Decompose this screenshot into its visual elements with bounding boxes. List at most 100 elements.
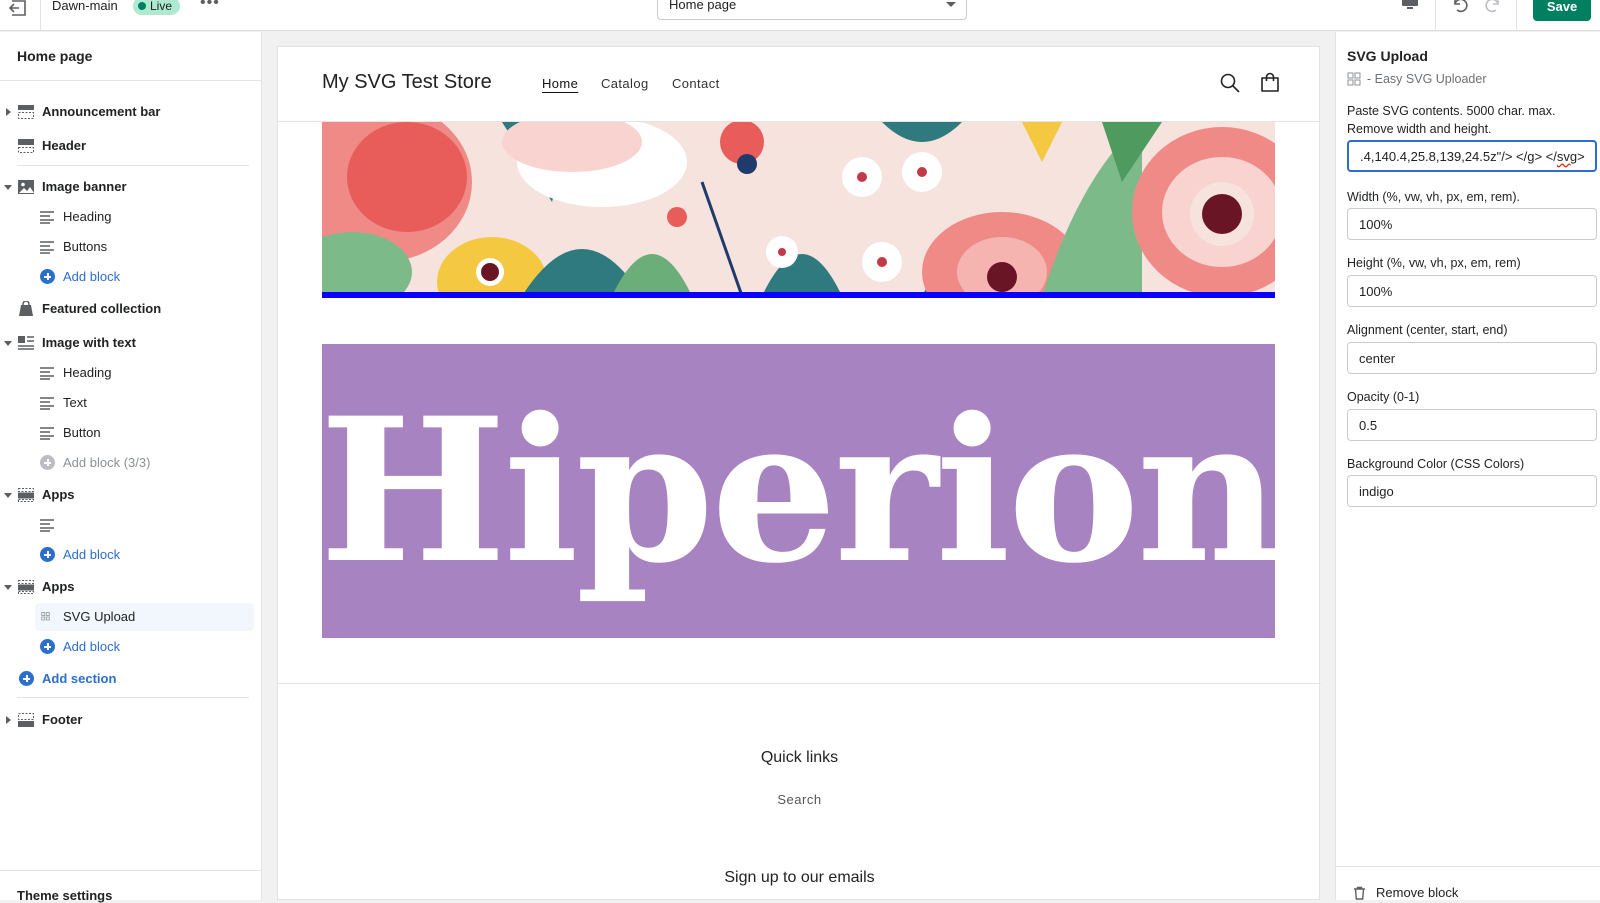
store-header: My SVG Test Store Home Catalog Contact: [278, 47, 1321, 122]
svg-contents-input[interactable]: .4,140.4,25.8,139,24.5z"/> </g> </svg >: [1347, 140, 1597, 172]
add-block-button[interactable]: Add block: [0, 541, 262, 569]
block-label: Button: [63, 425, 101, 440]
section-announcement-bar[interactable]: Announcement bar: [0, 98, 262, 126]
chevron-down-icon[interactable]: [4, 341, 12, 346]
quick-link-search[interactable]: Search: [278, 792, 1321, 807]
field-label-svg: Paste SVG contents. 5000 char. max. Remo…: [1347, 104, 1556, 136]
svg-text: Hiperion: [319, 374, 1280, 607]
panel-title: SVG Upload: [1347, 48, 1428, 64]
exit-icon: [9, 0, 26, 16]
floral-banner-image: [322, 122, 1275, 296]
field-label-opacity: Opacity (0-1): [1347, 390, 1420, 404]
block-text[interactable]: Text: [0, 389, 262, 417]
width-input[interactable]: 100%: [1347, 208, 1597, 240]
block-buttons[interactable]: Buttons: [0, 233, 262, 261]
block-button[interactable]: Button: [0, 419, 262, 447]
plus-circle-icon: [40, 455, 55, 470]
section-image-with-text[interactable]: Image with text: [0, 329, 262, 357]
desktop-icon[interactable]: [1401, 0, 1419, 10]
search-icon[interactable]: [1219, 72, 1241, 94]
page-select-value: Home page: [669, 0, 737, 12]
quick-links-title: Quick links: [760, 749, 839, 766]
divider: [1336, 866, 1600, 867]
section-featured-collection[interactable]: Featured collection: [0, 295, 262, 323]
chevron-right-icon[interactable]: [6, 108, 11, 116]
height-input[interactable]: 100%: [1347, 275, 1597, 307]
section-icon: [18, 105, 34, 119]
block-heading[interactable]: Heading: [0, 359, 262, 387]
remove-block-label: Remove block: [1376, 885, 1459, 900]
block-heading[interactable]: Heading: [0, 203, 262, 231]
live-badge: Live: [133, 0, 181, 15]
divider: [1435, 0, 1436, 31]
svg-upload-block[interactable]: Hiperion: [319, 344, 1281, 638]
remove-block-button[interactable]: Remove block: [1353, 885, 1458, 900]
section-label: Announcement bar: [42, 104, 161, 119]
section-label: Image with text: [42, 335, 136, 350]
plus-circle-icon: [40, 269, 55, 284]
add-section-label: Add section: [42, 671, 117, 686]
chevron-down-icon[interactable]: [4, 585, 12, 590]
nav-link-home[interactable]: Home: [542, 76, 578, 91]
sections-sidebar: Home page Announcement bar Header Image …: [0, 32, 262, 903]
svg-contents-value: .4,140.4,25.8,139,24.5z"/> </g> </: [1360, 148, 1557, 164]
image-with-text-icon: [18, 336, 34, 350]
undo-icon[interactable]: [1450, 0, 1470, 14]
save-button[interactable]: Save: [1533, 0, 1591, 21]
block-label: Heading: [63, 365, 112, 380]
width-value: 100%: [1359, 216, 1393, 232]
cart-icon[interactable]: [1259, 72, 1281, 94]
image-banner[interactable]: [322, 122, 1275, 296]
section-icon: [18, 713, 34, 727]
trash-icon: [1354, 886, 1365, 900]
image-icon: [18, 180, 34, 194]
background-color-input[interactable]: indigo: [1347, 475, 1597, 507]
height-value: 100%: [1359, 283, 1393, 299]
redo-icon[interactable]: [1483, 0, 1503, 14]
nav-link-catalog[interactable]: Catalog: [601, 76, 649, 91]
text-block-icon: [40, 519, 54, 532]
section-icon: [18, 580, 34, 594]
app-name: - Easy SVG Uploader: [1367, 72, 1487, 86]
section-image-banner[interactable]: Image banner: [0, 173, 262, 201]
section-apps[interactable]: Apps: [0, 573, 262, 601]
text-block-icon: [40, 241, 54, 254]
settings-panel: SVG Upload - Easy SVG Uploader Paste SVG…: [1335, 32, 1600, 900]
chevron-down-icon[interactable]: [4, 185, 12, 190]
live-badge-label: Live: [150, 0, 173, 13]
nav-link-contact[interactable]: Contact: [672, 76, 720, 91]
add-block-label: Add block (3/3): [63, 455, 151, 470]
add-section-button[interactable]: Add section: [0, 665, 262, 693]
alignment-value: center: [1359, 350, 1396, 366]
store-preview: My SVG Test Store Home Catalog Contact H…: [277, 46, 1321, 900]
section-label: Apps: [42, 487, 75, 502]
block-svg-upload[interactable]: SVG Upload: [0, 603, 262, 631]
footer-divider: [278, 683, 1321, 684]
section-header[interactable]: Header: [0, 132, 262, 160]
add-block-button[interactable]: Add block: [0, 633, 262, 661]
more-actions-button[interactable]: •••: [200, 0, 220, 12]
page-select[interactable]: Home page: [657, 0, 967, 20]
section-label: Image banner: [42, 179, 127, 194]
add-block-label: Add block: [63, 547, 121, 562]
section-apps[interactable]: Apps: [0, 481, 262, 509]
block-label: Heading: [63, 209, 112, 224]
store-name[interactable]: My SVG Test Store: [322, 71, 492, 94]
text-block-icon: [40, 427, 54, 440]
field-label-height: Height (%, vw, vh, px, em, rem): [1347, 256, 1521, 270]
top-bar: Dawn-main Live ••• Home page Save: [0, 0, 1600, 31]
spellcheck-word: svg: [1556, 148, 1578, 164]
exit-button[interactable]: [4, 0, 34, 22]
chevron-down-icon: [946, 2, 956, 7]
chevron-down-icon[interactable]: [4, 493, 12, 498]
alignment-input[interactable]: center: [1347, 342, 1597, 374]
add-block-button[interactable]: Add block: [0, 263, 262, 291]
plus-circle-icon: [40, 547, 55, 562]
block-untitled[interactable]: [0, 511, 262, 539]
opacity-value: 0.5: [1359, 417, 1378, 433]
section-footer[interactable]: Footer: [0, 706, 262, 734]
theme-settings-button[interactable]: Theme settings: [17, 888, 112, 903]
text-block-icon: [40, 211, 54, 224]
chevron-right-icon[interactable]: [6, 716, 11, 724]
opacity-input[interactable]: 0.5: [1347, 409, 1597, 441]
